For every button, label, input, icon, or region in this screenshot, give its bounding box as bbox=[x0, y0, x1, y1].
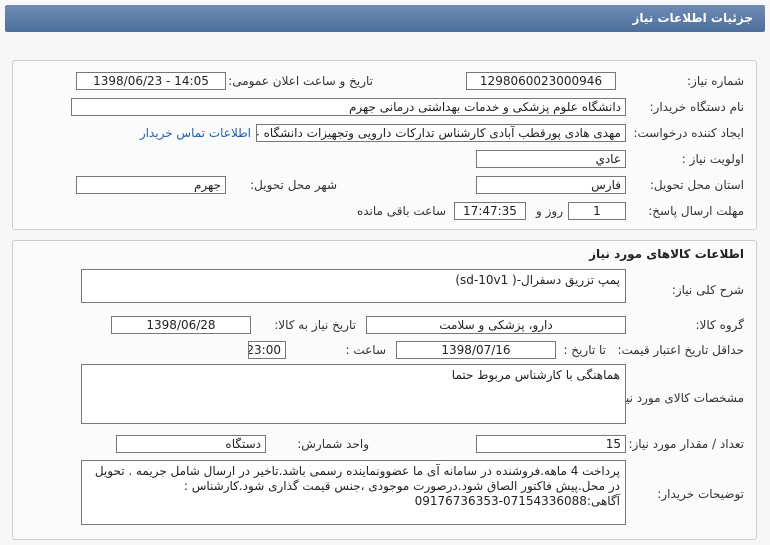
goods-group-field[interactable]: دارو، پزشکی و سلامت bbox=[366, 316, 626, 334]
province-field[interactable]: فارس bbox=[476, 176, 626, 194]
priority-label: اولویت نیاز : bbox=[681, 152, 744, 166]
until-date-label: تا تاریخ : bbox=[563, 343, 606, 357]
deadline-label: مهلت ارسال پاسخ: bbox=[648, 204, 744, 218]
unit-field[interactable]: دستگاه bbox=[116, 435, 266, 453]
validity-time-label: ساعت : bbox=[345, 343, 386, 357]
validity-time-field[interactable]: 23:00 bbox=[248, 341, 286, 359]
buyer-contact-link[interactable]: اطلاعات تماس خریدار bbox=[140, 126, 251, 140]
need-number-field[interactable]: 1298060023000946 bbox=[466, 72, 616, 90]
priority-field[interactable]: عادي bbox=[476, 150, 626, 168]
buyer-field[interactable]: دانشگاه علوم پزشکی و خدمات بهداشتی درمان… bbox=[71, 98, 626, 116]
days-unit-label: روز و bbox=[536, 204, 563, 218]
specs-label: مشخصات کالای مورد نیاز: bbox=[612, 391, 744, 405]
unit-label: واحد شمارش: bbox=[297, 437, 369, 451]
summary-label: شرح کلی نیاز: bbox=[671, 283, 744, 297]
buyer-notes-label: توضیحات خریدار: bbox=[657, 487, 744, 501]
quantity-label: تعداد / مقدار مورد نیاز: bbox=[628, 437, 744, 451]
city-label: شهر محل تحویل: bbox=[250, 178, 337, 192]
days-field[interactable]: 1 bbox=[568, 202, 626, 220]
general-info-panel: شماره نیاز: 1298060023000946 تاریخ و ساع… bbox=[12, 60, 757, 230]
province-label: استان محل تحویل: bbox=[649, 178, 744, 192]
remaining-time-label: ساعت باقی مانده bbox=[356, 204, 446, 218]
need-number-label: شماره نیاز: bbox=[687, 74, 744, 88]
buyer-notes-field[interactable]: پرداخت 4 ماهه.فروشنده در سامانه آی ما عض… bbox=[81, 460, 626, 525]
specs-field[interactable]: هماهنگی با کارشناس مربوط حتما bbox=[81, 364, 626, 424]
creator-field[interactable]: مهدی هادی پورقطب آبادی کارشناس تدارکات د… bbox=[256, 124, 626, 142]
goods-group-label: گروه کالا: bbox=[695, 318, 745, 332]
creator-label: ایجاد کننده درخواست: bbox=[633, 126, 744, 140]
announce-date-label: تاریخ و ساعت اعلان عمومی: bbox=[228, 74, 373, 88]
until-date-field[interactable]: 1398/07/16 bbox=[396, 341, 556, 359]
price-validity-label: حداقل تاریخ اعتبار قیمت: bbox=[617, 343, 744, 357]
goods-info-panel: اطلاعات کالاهای مورد نیاز شرح کلی نیاز: … bbox=[12, 240, 757, 540]
summary-field[interactable]: پمپ تزریق دسفرال-( sd-10v1) bbox=[81, 269, 626, 303]
buyer-label: نام دستگاه خریدار: bbox=[649, 100, 745, 114]
page-title: جزئیات اطلاعات نیاز bbox=[632, 11, 753, 25]
page-header: جزئیات اطلاعات نیاز bbox=[5, 5, 765, 32]
goods-section-title: اطلاعات کالاهای مورد نیاز bbox=[589, 247, 744, 261]
city-field[interactable]: جهرم bbox=[76, 176, 226, 194]
quantity-field[interactable]: 15 bbox=[476, 435, 626, 453]
announce-date-field[interactable]: 1398/06/23 - 14:05 bbox=[76, 72, 226, 90]
need-date-field[interactable]: 1398/06/28 bbox=[111, 316, 251, 334]
remaining-time-field[interactable]: 17:47:35 bbox=[454, 202, 526, 220]
need-date-label: تاریخ نیاز به کالا: bbox=[274, 318, 356, 332]
